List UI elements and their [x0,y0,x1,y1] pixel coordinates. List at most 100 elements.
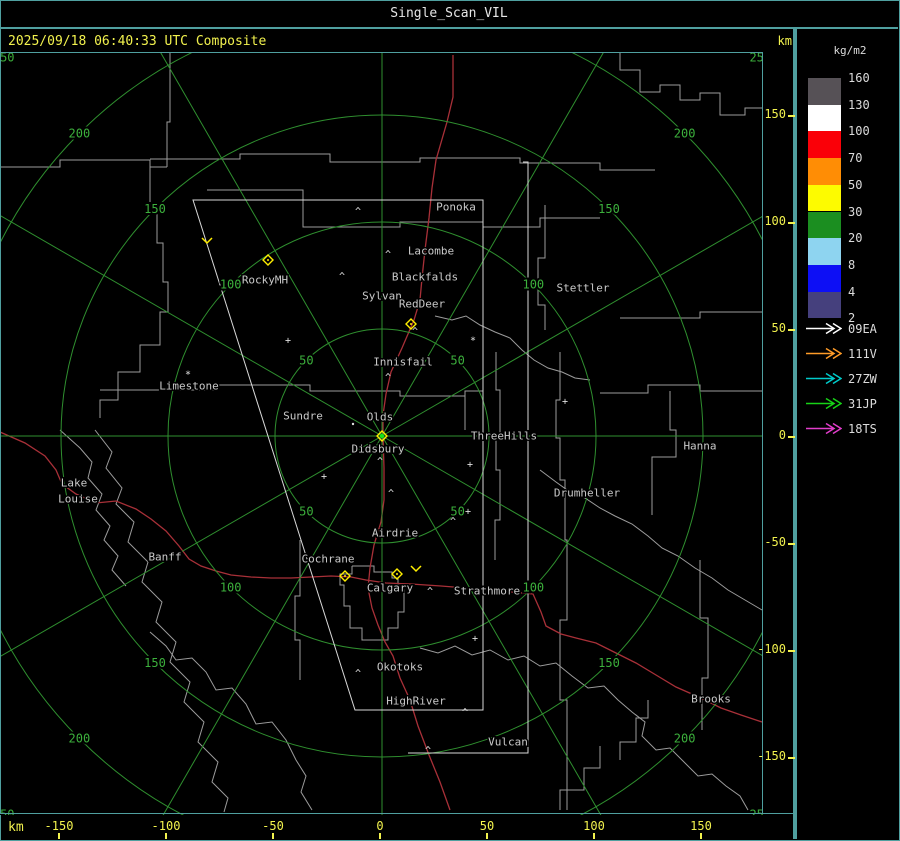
x-axis-tick [165,833,167,839]
x-axis-tick-label: 50 [479,819,495,833]
x-axis-tick-label: -50 [262,819,284,833]
x-axis-tick-label: -150 [44,819,74,833]
ring-label-100: 100 [220,580,242,594]
x-axis-tick-label: 150 [690,819,712,833]
site-diamond-marker-dot [267,259,269,261]
dot-marker [351,422,355,426]
city-label-didsbury: Didsbury [352,443,405,456]
radar-site-id-31jp: 31JP [848,397,877,411]
colorbar-value-label: 50 [848,177,863,192]
caret-marker: ^ [355,669,361,680]
city-label-hanna: Hanna [683,440,716,453]
caret-marker: ^ [385,250,391,261]
city-label-airdrie: Airdrie [372,527,418,540]
y-axis-tick-label: -100 [757,642,786,656]
panel-divider [793,29,797,839]
ring-label-200: 200 [69,732,91,746]
city-label-highriver: HighRiver [386,695,446,708]
ring-label-50: 50 [299,505,313,519]
colorbar-swatch-8 [808,264,841,292]
city-label-lake: Lake [61,477,88,490]
x-axis-tick [700,833,702,839]
y-axis-tick [788,329,795,331]
x-axis-tick-label: 0 [376,819,384,833]
caret-marker: ^ [450,517,456,528]
city-label-lacombe: Lacombe [408,245,454,258]
x-axis-tick-label: -100 [151,819,181,833]
city-label-limestone: Limestone [159,380,219,393]
city-label-blackfalds: Blackfalds [392,271,458,284]
city-label-sundre: Sundre [283,410,323,423]
caret-marker: ^ [377,457,383,468]
radar-site-id-111v: 111V [848,347,877,361]
x-axis-tick [486,833,488,839]
radar-map-viewport[interactable]: 5050505010010010010015015015015020020020… [0,52,763,815]
y-axis-tick-label: 150 [764,107,786,121]
y-axis-unit-label: km [777,34,792,48]
ring-label-150: 150 [598,202,620,216]
radar-arrow-icon [806,370,843,389]
city-label-brooks: Brooks [691,693,731,706]
scan-timestamp: 2025/09/18 06:40:33 UTC Composite [8,34,267,49]
window-title: Single_Scan_VIL [390,6,508,21]
site-diamond-marker-dot [410,323,412,325]
x-axis-tick [58,833,60,839]
colorbar-value-label: 160 [848,71,870,85]
city-label-reddeer: RedDeer [399,298,446,311]
y-axis-tick-label: 0 [778,428,786,442]
x-axis-tick [379,833,381,839]
colorbar-swatch-130 [808,104,841,132]
ring-label-200: 200 [674,732,696,746]
ring-label-50: 50 [450,353,464,367]
caret-marker: ^ [427,587,433,598]
colorbar-swatch-4 [808,291,841,319]
site-diamond-marker-dot [396,573,398,575]
site-diamond-marker-dot [344,575,346,577]
ring-label-100: 100 [220,278,242,292]
plus-marker: + [285,336,291,347]
colorbar-swatch-70 [808,158,841,185]
colorbar-value-label: 4 [848,284,856,299]
y-axis-tick-label: 100 [764,214,786,228]
y-axis-tick [788,757,795,759]
city-label-sylvan: Sylvan [362,290,402,303]
plus-marker: + [321,472,327,483]
plus-marker: + [562,397,568,408]
y-axis-tick-label: -50 [764,535,786,549]
city-label-strathmore: Strathmore [454,585,520,598]
radar-arrow-icon [806,320,843,339]
asterisk-marker: * [470,336,476,347]
x-axis-tick [272,833,274,839]
caret-marker: ^ [388,489,394,500]
city-label-cochrane: Cochrane [302,553,355,566]
ring-label-200: 200 [69,126,91,140]
city-label-drumheller: Drumheller [554,487,621,500]
map-bottom-border [0,813,793,814]
y-axis-tick [788,543,795,545]
city-label-innisfail: Innisfail [373,356,433,369]
city-label-calgary: Calgary [367,582,414,595]
x-axis-unit-label: km [8,820,24,835]
city-label-okotoks: Okotoks [377,661,423,674]
colorbar-value-label: 130 [848,97,870,112]
y-axis-tick [788,222,795,224]
x-axis-tick [593,833,595,839]
city-label-stettler: Stettler [557,282,610,295]
ring-label-200: 200 [674,126,696,140]
city-label-louise: Louise [58,493,98,506]
caret-marker: ^ [412,327,418,338]
plus-marker: + [472,634,478,645]
city-label-rockymh: RockyMH [242,274,288,287]
ring-label-250: 250 [749,52,763,65]
colorbar-value-label: 30 [848,204,863,219]
colorbar-swatch-30 [808,211,841,239]
city-label-olds: Olds [367,411,394,424]
radar-site-id-09ea: 09EA [848,322,877,336]
radar-arrow-icon [806,395,843,414]
city-label-vulcan: Vulcan [488,736,528,749]
ring-label-150: 150 [144,656,166,670]
city-label-banff: Banff [148,551,181,564]
radar-arrow-icon [806,345,843,364]
caret-marker: ^ [385,373,391,384]
colorbar-value-label: 8 [848,257,856,272]
